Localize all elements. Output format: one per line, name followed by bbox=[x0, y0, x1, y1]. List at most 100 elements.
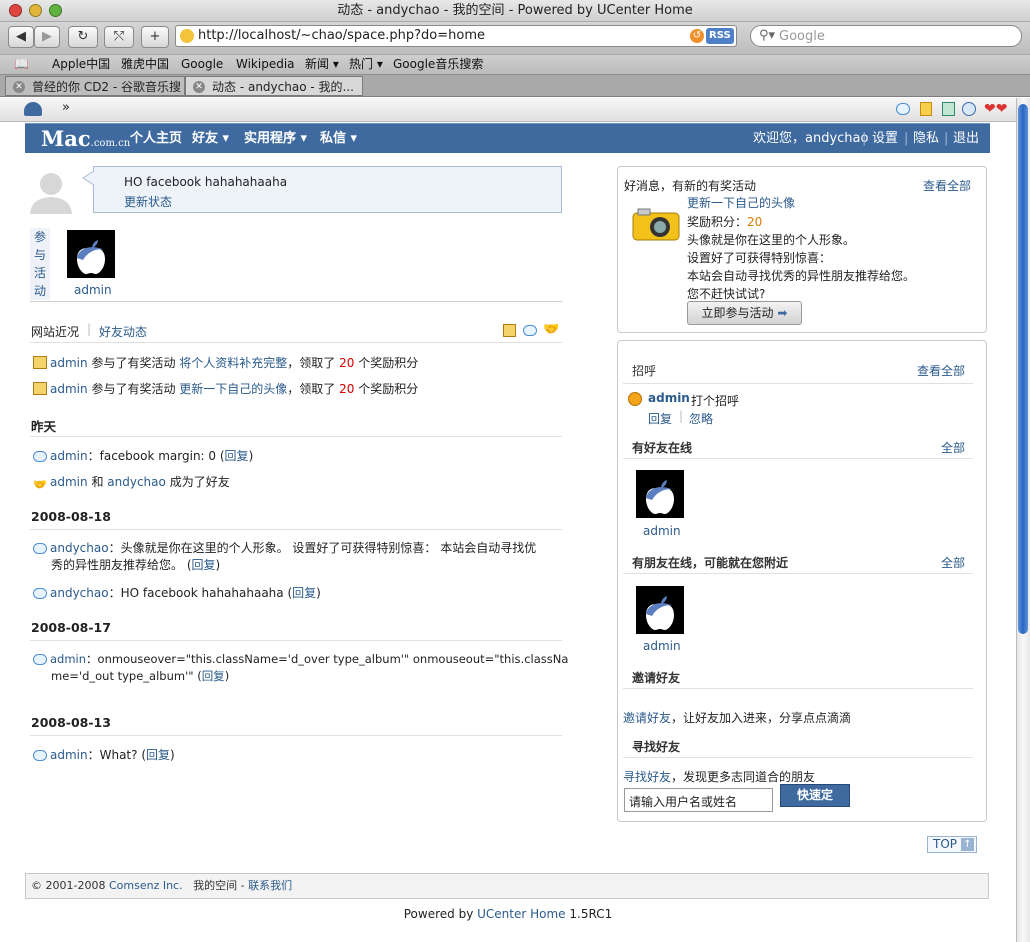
avatar[interactable] bbox=[67, 230, 115, 278]
bookmark-hot-menu[interactable]: 热门 ▾ bbox=[349, 55, 383, 74]
reply-link[interactable]: 回复 bbox=[146, 748, 170, 762]
site-logo[interactable]: Mac.com.cn bbox=[41, 124, 130, 159]
feed-task-link[interactable]: 将个人资料补充完整 bbox=[179, 356, 287, 370]
bookmark-apple-china[interactable]: Apple中国 bbox=[52, 55, 110, 74]
invite-link[interactable]: 邀请好友 bbox=[623, 711, 671, 725]
avatar[interactable] bbox=[636, 470, 684, 518]
tab-close-icon[interactable]: ✕ bbox=[193, 81, 205, 93]
feed-user[interactable]: andychao bbox=[107, 475, 166, 489]
bookmarks-book-icon[interactable]: 📖 bbox=[14, 55, 29, 74]
snapback-button[interactable]: ⤲ bbox=[104, 26, 134, 48]
reply-link[interactable]: 回复 bbox=[192, 558, 216, 572]
tab-site-news[interactable]: 网站近况 bbox=[31, 323, 79, 340]
add-bookmark-button[interactable]: + bbox=[141, 26, 169, 48]
logout-link[interactable]: 退出 bbox=[953, 124, 979, 154]
nav-home[interactable]: 个人主页 bbox=[130, 124, 182, 154]
greet-user[interactable]: admin bbox=[648, 391, 690, 405]
task-view-all-link[interactable]: 查看全部 bbox=[923, 177, 971, 194]
bookmark-wikipedia[interactable]: Wikipedia bbox=[236, 55, 295, 74]
photo-icon[interactable] bbox=[942, 102, 955, 116]
tab-dynamic-home[interactable]: ✕ 动态 - andychao - 我的... bbox=[185, 76, 363, 96]
handshake-filter-icon[interactable]: 🤝 bbox=[543, 322, 559, 337]
find-friends-link[interactable]: 寻找好友 bbox=[623, 770, 671, 784]
chat-bubble-icon[interactable] bbox=[896, 103, 910, 115]
feed-user[interactable]: admin bbox=[50, 382, 88, 396]
feed-user[interactable]: admin bbox=[50, 449, 88, 463]
minimize-window-button[interactable] bbox=[29, 4, 42, 17]
back-button[interactable]: ◀ bbox=[8, 26, 34, 48]
uchome-toolbar-icon[interactable] bbox=[24, 102, 42, 116]
user-search-icon[interactable] bbox=[962, 102, 976, 116]
nav-apps[interactable]: 实用程序 ▾ bbox=[244, 124, 307, 154]
task-filter-icon[interactable] bbox=[503, 324, 516, 337]
feed-user[interactable]: admin bbox=[50, 748, 88, 762]
bookmark-yahoo-china[interactable]: 雅虎中国 bbox=[121, 55, 169, 74]
notepad-icon[interactable] bbox=[920, 102, 932, 116]
tab-friend-feed[interactable]: 好友动态 bbox=[99, 323, 147, 340]
settings-link[interactable]: 设置 bbox=[872, 124, 898, 154]
divider bbox=[623, 383, 973, 384]
find-friends-title: 寻找好友 bbox=[632, 740, 681, 754]
task-title-link[interactable]: 更新一下自己的头像 bbox=[687, 194, 795, 211]
comment-icon bbox=[33, 750, 47, 761]
nearby-user[interactable]: admin bbox=[643, 639, 681, 653]
comment-icon bbox=[33, 654, 47, 665]
reload-button[interactable]: ↻ bbox=[68, 26, 98, 48]
toolbar-more-button[interactable]: » bbox=[62, 100, 70, 115]
quick-locate-button[interactable]: 快速定 bbox=[780, 784, 850, 807]
tab-close-icon[interactable]: ✕ bbox=[13, 81, 25, 93]
feed-user[interactable]: admin bbox=[50, 475, 88, 489]
update-status-link[interactable]: 更新状态 bbox=[124, 193, 172, 210]
divider bbox=[30, 640, 562, 641]
tab-music-search[interactable]: ✕ 曾经的你 CD2 - 谷歌音乐搜索 bbox=[5, 76, 185, 114]
activity-label-char[interactable]: 动 bbox=[34, 282, 46, 299]
task-desc-line: 您不赶快试试? bbox=[687, 287, 766, 301]
feed-user[interactable]: admin bbox=[50, 356, 88, 370]
bookmark-news-menu[interactable]: 新闻 ▾ bbox=[305, 55, 339, 74]
feed-task-link[interactable]: 更新一下自己的头像 bbox=[179, 382, 287, 396]
product-link[interactable]: UCenter Home bbox=[477, 907, 565, 921]
online-user[interactable]: admin bbox=[643, 524, 681, 538]
greet-ignore-link[interactable]: 忽略 bbox=[689, 410, 713, 427]
find-friend-input[interactable]: 请输入用户名或姓名 bbox=[624, 788, 773, 812]
reply-link[interactable]: 回复 bbox=[202, 669, 225, 683]
user-avatar-placeholder[interactable] bbox=[27, 168, 75, 214]
company-link[interactable]: Comsenz Inc. bbox=[109, 879, 183, 892]
avatar[interactable] bbox=[636, 586, 684, 634]
snapback-icon: ⤲ bbox=[113, 29, 125, 44]
address-bar[interactable]: http://localhost/~chao/space.php?do=home… bbox=[175, 25, 737, 47]
nav-messages[interactable]: 私信 ▾ bbox=[320, 124, 357, 154]
date-heading: 昨天 bbox=[31, 419, 57, 434]
hearts-icon[interactable]: ❤❤ bbox=[984, 101, 1007, 117]
reply-link[interactable]: 回复 bbox=[225, 449, 249, 463]
comment-filter-icon[interactable] bbox=[523, 325, 537, 336]
feed-points: 20 bbox=[339, 382, 355, 396]
nearby-all-link[interactable]: 全部 bbox=[941, 554, 965, 571]
back-to-top-button[interactable]: TOP ↑ bbox=[927, 836, 977, 853]
greet-reply-link[interactable]: 回复 bbox=[648, 410, 672, 427]
online-all-link[interactable]: 全部 bbox=[941, 439, 965, 456]
feed-user[interactable]: andychao bbox=[50, 541, 109, 555]
greet-view-all-link[interactable]: 查看全部 bbox=[917, 362, 965, 379]
activity-label-char[interactable]: 参 bbox=[34, 228, 46, 245]
smiley-icon bbox=[628, 392, 642, 406]
rss-badge[interactable]: RSS bbox=[706, 28, 734, 44]
forward-button[interactable]: ▶ bbox=[34, 26, 60, 48]
search-field[interactable]: ⚲▾ Google bbox=[750, 25, 1022, 47]
reply-link[interactable]: 回复 bbox=[292, 586, 316, 600]
zoom-window-button[interactable] bbox=[49, 4, 62, 17]
activity-label-char[interactable]: 与 bbox=[34, 246, 46, 263]
feed-user[interactable]: admin bbox=[50, 652, 86, 666]
close-window-button[interactable] bbox=[9, 4, 22, 17]
reader-arrow-icon[interactable]: ↺ bbox=[690, 29, 704, 43]
bookmark-google[interactable]: Google bbox=[181, 55, 223, 74]
activity-label-char[interactable]: 活 bbox=[34, 264, 46, 281]
feed-user[interactable]: andychao bbox=[50, 586, 109, 600]
bookmark-google-music[interactable]: Google音乐搜索 bbox=[393, 55, 483, 74]
scrollbar-thumb[interactable] bbox=[1018, 104, 1028, 634]
activity-username[interactable]: admin bbox=[74, 283, 112, 297]
nav-friends[interactable]: 好友 ▾ bbox=[192, 124, 229, 154]
join-task-button[interactable]: 立即参与活动 ➡ bbox=[687, 301, 802, 325]
contact-link[interactable]: 联系我们 bbox=[248, 879, 292, 892]
privacy-link[interactable]: 隐私 bbox=[913, 124, 939, 154]
